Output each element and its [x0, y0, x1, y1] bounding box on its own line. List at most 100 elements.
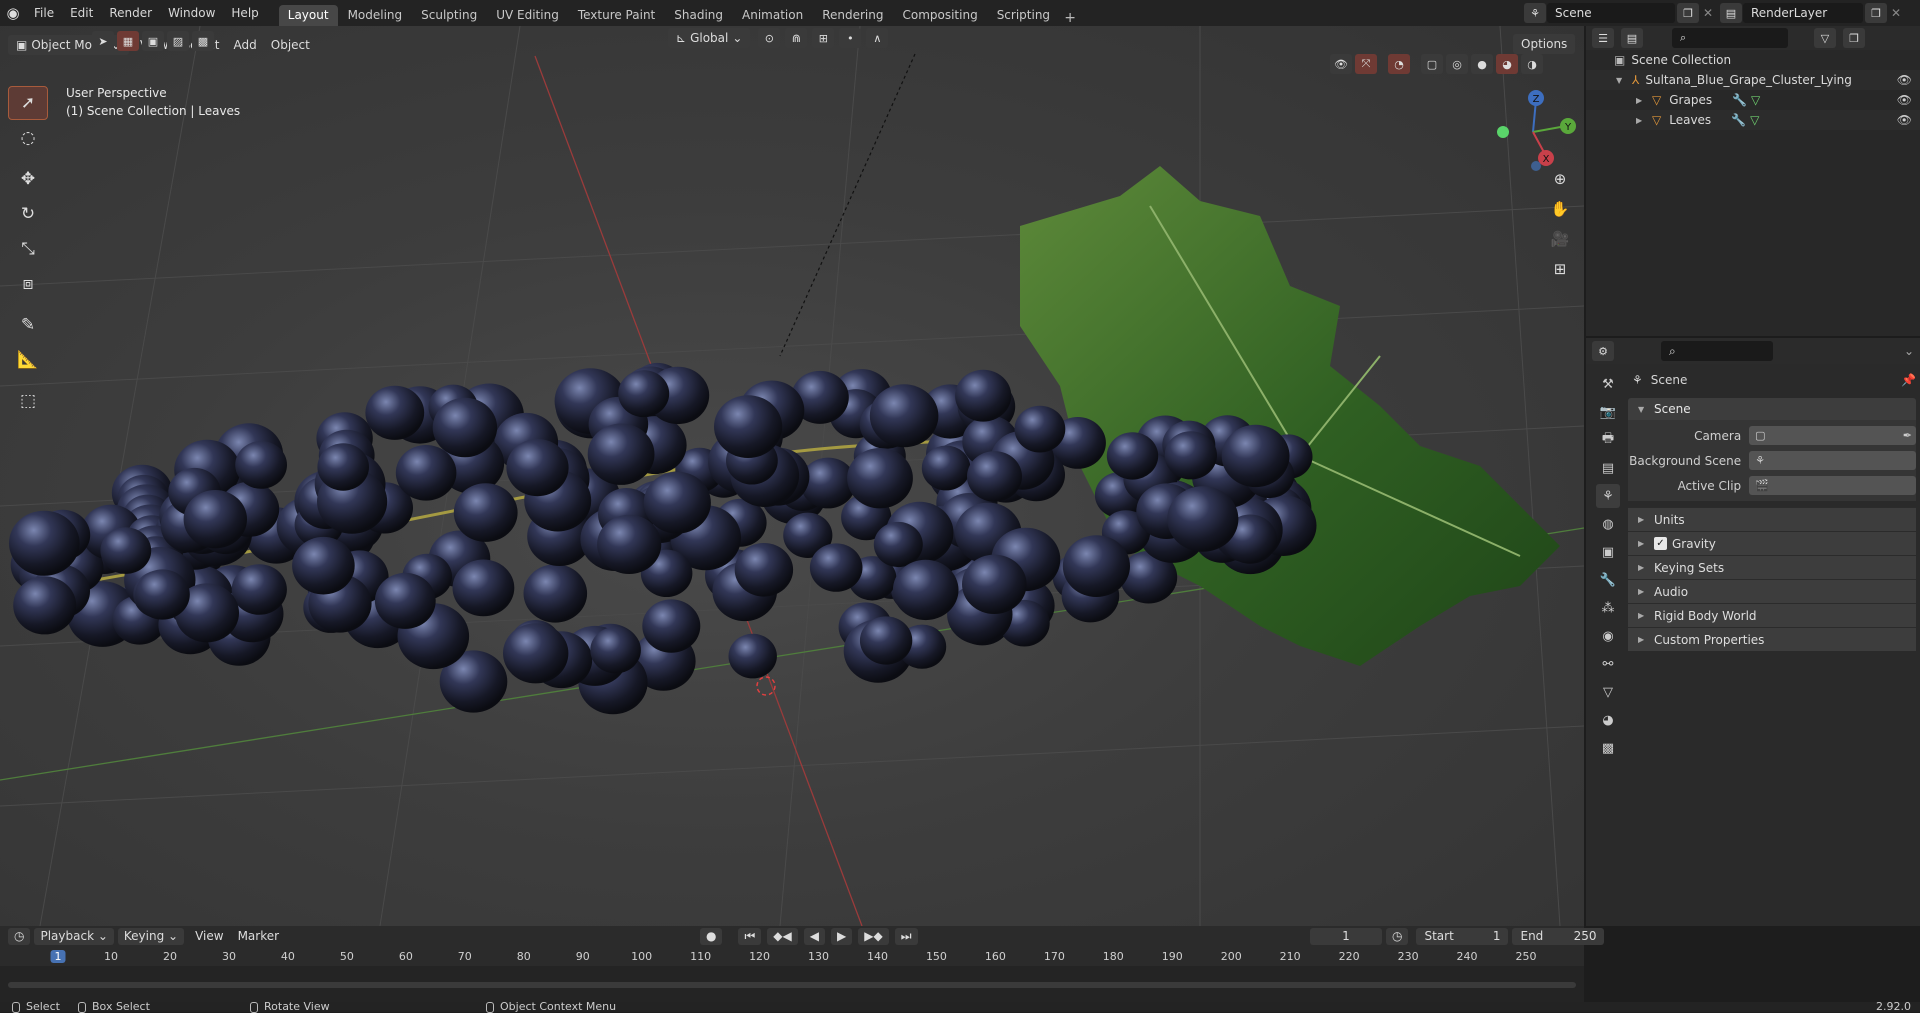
rigid-body-world-panel-header[interactable]: ▶ Rigid Body World	[1628, 603, 1916, 627]
texture-tab-icon[interactable]: ▩	[1596, 736, 1620, 760]
units-panel-header[interactable]: ▶ Units	[1628, 507, 1916, 531]
viewport-menu-object[interactable]: Object	[264, 38, 317, 52]
filter-icon[interactable]: ▽	[1814, 28, 1836, 48]
visibility-icon[interactable]: 👁	[1330, 54, 1352, 74]
mesh-data-icon[interactable]: ▽	[1751, 93, 1760, 107]
pivot-icon[interactable]: ⊙	[758, 28, 781, 48]
constraints-tab-icon[interactable]: ⚯	[1596, 652, 1620, 676]
scale-tool-icon[interactable]: ⤡	[8, 232, 48, 266]
expand-triangle-icon[interactable]: ▶	[1636, 96, 1644, 105]
view-layer-tab-icon[interactable]: ▤	[1596, 456, 1620, 480]
cursor-tool-icon[interactable]: ◌	[8, 121, 48, 155]
scene-panel-header[interactable]: ▼ Scene	[1628, 398, 1916, 420]
menu-render[interactable]: Render	[101, 0, 160, 26]
annotate-tool-icon[interactable]: ✎	[8, 308, 48, 342]
visibility-eye-icon[interactable]: 👁	[1897, 73, 1912, 87]
active-clip-field[interactable]: 🎬	[1749, 476, 1916, 495]
camera-view-icon[interactable]: 🎥	[1547, 226, 1573, 252]
select-invert-icon[interactable]: ▩	[192, 31, 214, 51]
scene-tab-icon[interactable]: ⚘	[1596, 484, 1620, 508]
rendered-shading-icon[interactable]: ◑	[1521, 54, 1543, 74]
xray-icon[interactable]: ▢	[1421, 54, 1443, 74]
tab-shading[interactable]: Shading	[665, 5, 732, 26]
select-tool-icon[interactable]: ➤	[92, 31, 114, 51]
new-view-layer-icon[interactable]: ❐	[1865, 3, 1887, 23]
mesh-data-icon[interactable]: ▽	[1750, 113, 1759, 127]
modifier-tab-icon[interactable]: 🔧	[1596, 568, 1620, 592]
outliner-row-leaves[interactable]: ▶ ▽ Leaves 🔧 ▽ 👁	[1586, 110, 1920, 130]
tab-layout[interactable]: Layout	[278, 5, 338, 26]
new-scene-icon[interactable]: ❐	[1677, 3, 1699, 23]
outliner-search-input[interactable]: ⌕	[1672, 28, 1788, 48]
gizmo-icon[interactable]: ⤧	[1355, 54, 1377, 74]
viewport-menu-add[interactable]: Add	[227, 38, 264, 52]
editor-type-icon[interactable]: ⚙	[1592, 341, 1614, 361]
end-frame-field[interactable]: End 250	[1512, 927, 1605, 945]
editor-type-icon[interactable]: ◷	[8, 927, 31, 945]
outliner-row-grapes[interactable]: ▶ ▽ Grapes 🔧 ▽ 👁	[1586, 90, 1920, 110]
solid-shading-icon[interactable]: ●	[1471, 54, 1493, 74]
audio-panel-header[interactable]: ▶ Audio	[1628, 579, 1916, 603]
gravity-panel-header[interactable]: ▶ ✓ Gravity	[1628, 531, 1916, 555]
background-scene-field[interactable]: ⚘	[1749, 451, 1916, 470]
camera-field[interactable]: ▢ ✒	[1749, 426, 1916, 445]
modifier-wrench-icon[interactable]: 🔧	[1731, 113, 1746, 127]
output-tab-icon[interactable]: 🖶	[1596, 428, 1620, 452]
3d-viewport[interactable]: ▣Object Mode⌄ View Select Add Object ⊾Gl…	[0, 26, 1584, 926]
view-layer-icon[interactable]: ▤	[1720, 3, 1742, 23]
tab-rendering[interactable]: Rendering	[813, 5, 892, 26]
physics-tab-icon[interactable]: ◉	[1596, 624, 1620, 648]
render-tab-icon[interactable]: 📷	[1596, 400, 1620, 424]
custom-properties-panel-header[interactable]: ▶ Custom Properties	[1628, 627, 1916, 651]
expand-triangle-icon[interactable]: ▶	[1636, 116, 1644, 125]
use-preview-range-icon[interactable]: ◷	[1386, 927, 1409, 945]
world-tab-icon[interactable]: ◍	[1596, 512, 1620, 536]
visibility-eye-icon[interactable]: 👁	[1897, 113, 1912, 127]
scene-icon[interactable]: ⚘	[1524, 3, 1546, 23]
rotate-tool-icon[interactable]: ↻	[8, 197, 48, 231]
timeline-menu-view[interactable]: View	[188, 929, 230, 943]
jump-end-icon[interactable]: ⏭	[894, 927, 918, 945]
view-layer-field[interactable]: RenderLayer	[1743, 3, 1863, 23]
visibility-eye-icon[interactable]: 👁	[1897, 93, 1912, 107]
particles-tab-icon[interactable]: ⁂	[1596, 596, 1620, 620]
move-tool-icon[interactable]: ✥	[8, 162, 48, 196]
snap-target-icon[interactable]: ⊞	[812, 28, 835, 48]
timeline-scrollbar[interactable]	[8, 982, 1576, 988]
playback-dropdown[interactable]: Playback ⌄	[34, 927, 114, 945]
data-tab-icon[interactable]: ▽	[1596, 680, 1620, 704]
object-tab-icon[interactable]: ▣	[1596, 540, 1620, 564]
tab-texture-paint[interactable]: Texture Paint	[569, 5, 664, 26]
material-tab-icon[interactable]: ◕	[1596, 708, 1620, 732]
outliner-row-scene-collection[interactable]: ▣ Scene Collection	[1586, 50, 1920, 70]
timeline-menu-marker[interactable]: Marker	[231, 929, 286, 943]
select-new-icon[interactable]: ▦	[117, 31, 139, 51]
record-icon[interactable]: ●	[700, 927, 723, 945]
ortho-grid-icon[interactable]: ⊞	[1547, 256, 1573, 282]
material-shading-icon[interactable]: ◕	[1496, 54, 1518, 74]
current-frame-field[interactable]: 1	[1310, 927, 1382, 945]
overlay-icon[interactable]: ◔	[1388, 54, 1410, 74]
start-frame-field[interactable]: Start 1	[1416, 927, 1509, 945]
menu-help[interactable]: Help	[223, 0, 266, 26]
delete-view-layer-icon[interactable]: ✕	[1891, 6, 1901, 20]
tab-scripting[interactable]: Scripting	[988, 5, 1059, 26]
pan-hand-icon[interactable]: ✋	[1547, 196, 1573, 222]
new-collection-icon[interactable]: ❐	[1843, 28, 1865, 48]
select-box-tool-icon[interactable]: ➚	[8, 86, 48, 120]
transform-tool-icon[interactable]: ⧈	[8, 267, 48, 301]
jump-start-icon[interactable]: ⏮	[738, 927, 762, 945]
zoom-icon[interactable]: ⊕	[1547, 166, 1573, 192]
tab-uv-editing[interactable]: UV Editing	[487, 5, 568, 26]
menu-window[interactable]: Window	[160, 0, 223, 26]
keying-dropdown[interactable]: Keying ⌄	[117, 927, 185, 945]
tab-compositing[interactable]: Compositing	[893, 5, 986, 26]
tool-tab-icon[interactable]: ⚒	[1596, 372, 1620, 396]
orientation-dropdown[interactable]: ⊾ Global ⌄	[668, 28, 751, 48]
keying-sets-panel-header[interactable]: ▶ Keying Sets	[1628, 555, 1916, 579]
select-subtract-icon[interactable]: ▨	[167, 31, 189, 51]
tab-modeling[interactable]: Modeling	[339, 5, 412, 26]
select-extend-icon[interactable]: ▣	[142, 31, 164, 51]
chevron-down-icon[interactable]: ⌄	[1904, 344, 1914, 358]
menu-edit[interactable]: Edit	[62, 0, 101, 26]
